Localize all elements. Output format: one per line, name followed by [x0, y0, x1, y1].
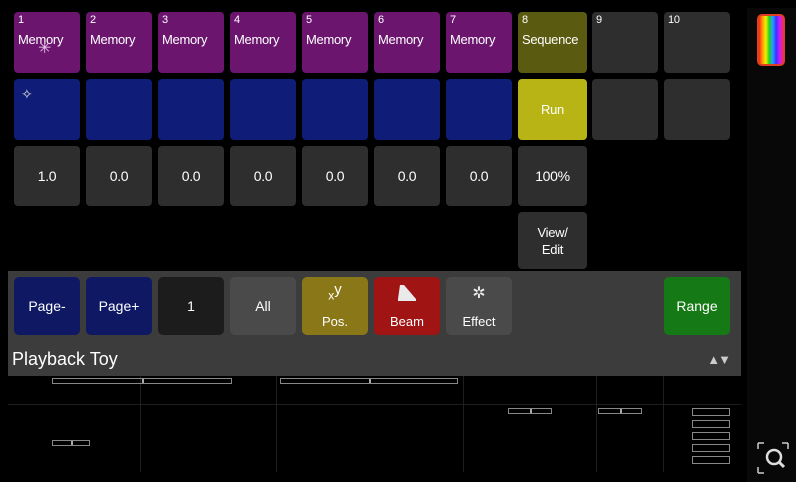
fader-strip[interactable]: [692, 444, 730, 452]
page-minus-button[interactable]: Page-: [14, 277, 80, 335]
playback-number: 7: [450, 14, 456, 26]
flash-button-5[interactable]: [302, 79, 368, 140]
fader-strip[interactable]: [692, 420, 730, 428]
playback-value-7[interactable]: 0.0: [446, 146, 512, 206]
fader-strip[interactable]: [692, 456, 730, 464]
fader-grid: [8, 376, 741, 472]
range-button[interactable]: Range: [664, 277, 730, 335]
empty-playback-10[interactable]: 10: [664, 12, 730, 73]
memory-playback-5[interactable]: 5 Memory: [302, 12, 368, 73]
window-title: Playback Toy: [12, 349, 118, 369]
playback-label: Memory: [378, 32, 424, 47]
playback-value-4[interactable]: 0.0: [230, 146, 296, 206]
fader-strip[interactable]: [52, 440, 90, 446]
playback-label: Memory: [306, 32, 352, 47]
fader-strip[interactable]: [52, 378, 232, 384]
fader-strip[interactable]: [598, 408, 642, 414]
all-button[interactable]: All: [230, 277, 296, 335]
flash-button-2[interactable]: [86, 79, 152, 140]
playback-label: Memory: [162, 32, 208, 47]
grid-line: [663, 376, 664, 472]
memory-playback-3[interactable]: 3 Memory: [158, 12, 224, 73]
playback-number: 8: [522, 14, 528, 26]
empty-button-10[interactable]: [664, 79, 730, 140]
flash-button-1[interactable]: ✧: [14, 79, 80, 140]
playback-number: 2: [90, 14, 96, 26]
playback-number: 5: [306, 14, 312, 26]
grid-line: [8, 404, 741, 405]
color-picker-icon[interactable]: [757, 14, 785, 66]
grid-line: [463, 376, 464, 472]
active-indicator-icon: ✧: [21, 86, 33, 102]
playback-label: Memory: [450, 32, 496, 47]
effect-sparkle-icon: ✲: [472, 285, 486, 302]
memory-playback-7[interactable]: 7 Memory: [446, 12, 512, 73]
playback-value-2[interactable]: 0.0: [86, 146, 152, 206]
fader-strip[interactable]: [692, 432, 730, 440]
playback-value-1[interactable]: 1.0: [14, 146, 80, 206]
attribute-toolbar: Page- Page+ 1 All xy Pos. Beam ✲ Effect …: [8, 271, 741, 344]
window-title-bar[interactable]: Playback Toy ▲▼: [8, 344, 741, 376]
run-label: Run: [541, 102, 564, 117]
flash-button-6[interactable]: [374, 79, 440, 140]
playback-number: 6: [378, 14, 384, 26]
position-label: Pos.: [321, 314, 348, 329]
position-button[interactable]: xy Pos.: [302, 277, 368, 335]
empty-button-9[interactable]: [592, 79, 658, 140]
view-edit-button[interactable]: View/ Edit: [518, 212, 587, 269]
fader-strip[interactable]: [280, 378, 458, 384]
page-plus-button[interactable]: Page+: [86, 277, 152, 335]
empty-playback-9[interactable]: 9: [592, 12, 658, 73]
grid-line: [140, 376, 141, 472]
playback-label: Memory: [90, 32, 136, 47]
effect-button[interactable]: ✲ Effect: [446, 277, 512, 335]
playback-value-6[interactable]: 0.0: [374, 146, 440, 206]
effect-label: Effect: [462, 314, 496, 329]
page-number-button[interactable]: 1: [158, 277, 224, 335]
flash-button-4[interactable]: [230, 79, 296, 140]
grid-line: [596, 376, 597, 472]
playback-number: 4: [234, 14, 240, 26]
flash-button-3[interactable]: [158, 79, 224, 140]
sequence-value[interactable]: 100%: [518, 146, 587, 206]
fader-strip[interactable]: [508, 408, 552, 414]
playback-number: 9: [596, 14, 602, 26]
resize-arrows-icon[interactable]: ▲▼: [707, 352, 731, 367]
memory-playback-4[interactable]: 4 Memory: [230, 12, 296, 73]
playback-label: Sequence: [522, 32, 579, 47]
zoom-magnifier-icon[interactable]: [755, 440, 791, 476]
sparkle-icon: ✳: [38, 40, 52, 57]
playback-label: Memory: [234, 32, 280, 47]
xy-position-icon: xy: [328, 281, 342, 303]
playback-value-3[interactable]: 0.0: [158, 146, 224, 206]
run-button[interactable]: Run: [518, 79, 587, 140]
grid-line: [276, 376, 277, 472]
beam-label: Beam: [390, 314, 424, 329]
right-sidebar: [747, 8, 796, 482]
memory-playback-1[interactable]: 1 Memory ✳: [14, 12, 80, 73]
fader-strip[interactable]: [692, 408, 730, 416]
playback-value-5[interactable]: 0.0: [302, 146, 368, 206]
playback-number: 10: [668, 14, 680, 26]
sequence-playback-8[interactable]: 8 Sequence: [518, 12, 587, 73]
memory-playback-2[interactable]: 2 Memory: [86, 12, 152, 73]
playback-number: 3: [162, 14, 168, 26]
beam-button[interactable]: Beam: [374, 277, 440, 335]
memory-playback-6[interactable]: 6 Memory: [374, 12, 440, 73]
playback-number: 1: [18, 14, 24, 26]
flash-button-7[interactable]: [446, 79, 512, 140]
beam-icon: [396, 283, 418, 306]
